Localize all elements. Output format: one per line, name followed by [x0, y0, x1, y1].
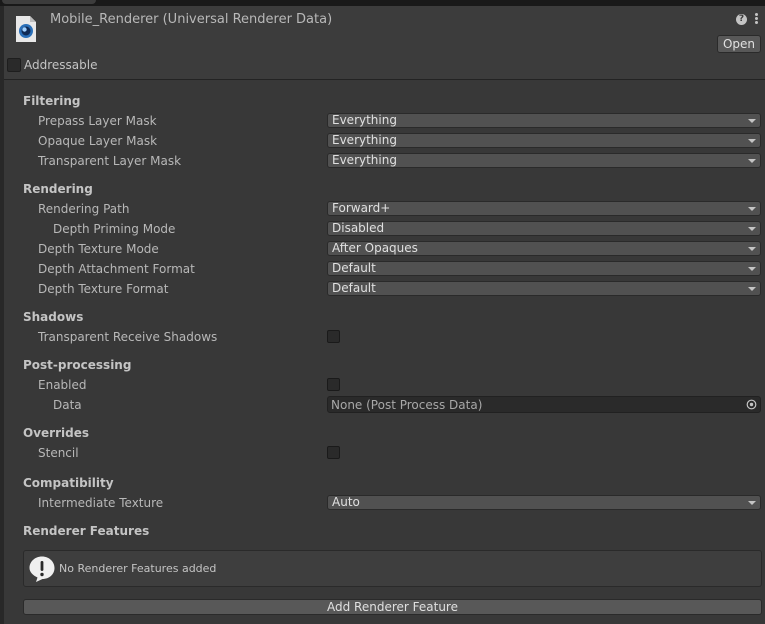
dropdown-value: Everything [332, 153, 397, 167]
stencil-checkbox[interactable] [327, 446, 340, 459]
intermediate-texture-label: Intermediate Texture [38, 496, 164, 510]
section-renderer-features: Renderer Features [23, 524, 150, 538]
chevron-down-icon [748, 119, 756, 123]
add-renderer-feature-button[interactable]: Add Renderer Feature [23, 599, 762, 615]
chevron-down-icon [748, 159, 756, 163]
dropdown-value: After Opaques [332, 241, 418, 255]
rendering-path-label: Rendering Path [38, 202, 130, 216]
opaque-layer-mask-label: Opaque Layer Mask [38, 134, 158, 148]
transparent-layer-mask-dropdown[interactable]: Everything [327, 153, 761, 168]
chevron-down-icon [748, 139, 756, 143]
prepass-layer-mask-label: Prepass Layer Mask [38, 114, 157, 128]
prepass-layer-mask-dropdown[interactable]: Everything [327, 113, 761, 128]
transparent-layer-mask-label: Transparent Layer Mask [38, 154, 182, 168]
stencil-label: Stencil [38, 446, 79, 460]
depth-texture-mode-dropdown[interactable]: After Opaques [327, 241, 761, 256]
section-filtering[interactable]: Filtering [23, 94, 80, 108]
help-icon[interactable]: ? [736, 14, 747, 25]
dropdown-value: Everything [332, 133, 397, 147]
depth-attachment-format-dropdown[interactable]: Default [327, 261, 761, 276]
renderer-asset-icon [16, 16, 36, 42]
intermediate-texture-dropdown[interactable]: Auto [327, 495, 761, 510]
chevron-down-icon [748, 227, 756, 231]
dropdown-value: Everything [332, 113, 397, 127]
dropdown-value: Default [332, 281, 376, 295]
chevron-down-icon [748, 501, 756, 505]
open-button[interactable]: Open [717, 35, 761, 53]
inspector-title: Mobile_Renderer (Universal Renderer Data… [50, 12, 333, 27]
dropdown-value: Default [332, 261, 376, 275]
object-picker-icon[interactable] [746, 399, 757, 410]
depth-attachment-format-label: Depth Attachment Format [38, 262, 195, 276]
section-shadows[interactable]: Shadows [23, 310, 83, 324]
dropdown-value: Auto [332, 495, 360, 509]
object-field-value: None (Post Process Data) [331, 398, 483, 412]
section-rendering[interactable]: Rendering [23, 182, 93, 196]
chevron-down-icon [748, 247, 756, 251]
depth-priming-mode-dropdown[interactable]: Disabled [327, 221, 761, 236]
post-process-data-field[interactable]: None (Post Process Data) [327, 396, 761, 413]
transparent-receive-shadows-label: Transparent Receive Shadows [38, 330, 218, 344]
kebab-menu-icon[interactable] [753, 12, 759, 26]
chevron-down-icon [748, 287, 756, 291]
section-overrides[interactable]: Overrides [23, 426, 89, 440]
info-exclamation-icon [29, 556, 55, 582]
renderer-features-empty-box: No Renderer Features added [23, 550, 762, 587]
inspector-header: Mobile_Renderer (Universal Renderer Data… [4, 6, 765, 79]
depth-texture-mode-label: Depth Texture Mode [38, 242, 159, 256]
depth-texture-format-dropdown[interactable]: Default [327, 281, 761, 296]
addressable-label: Addressable [24, 58, 98, 72]
addressable-checkbox[interactable] [7, 58, 21, 72]
dropdown-value: Disabled [332, 221, 385, 235]
post-processing-enabled-label: Enabled [38, 378, 87, 392]
section-compatibility[interactable]: Compatibility [23, 476, 114, 490]
rendering-path-dropdown[interactable]: Forward+ [327, 201, 761, 216]
depth-priming-mode-label: Depth Priming Mode [53, 222, 176, 236]
post-processing-enabled-checkbox[interactable] [327, 378, 340, 391]
header-divider [4, 79, 765, 80]
chevron-down-icon [748, 207, 756, 211]
depth-texture-format-label: Depth Texture Format [38, 282, 169, 296]
panel-left-border [0, 6, 4, 624]
chevron-down-icon [748, 267, 756, 271]
no-renderer-features-message: No Renderer Features added [59, 562, 217, 575]
post-process-data-label: Data [53, 398, 82, 412]
opaque-layer-mask-dropdown[interactable]: Everything [327, 133, 761, 148]
section-post-processing[interactable]: Post-processing [23, 358, 131, 372]
dropdown-value: Forward+ [332, 201, 391, 215]
transparent-receive-shadows-checkbox[interactable] [327, 330, 340, 343]
active-tab[interactable] [2, 0, 96, 4]
